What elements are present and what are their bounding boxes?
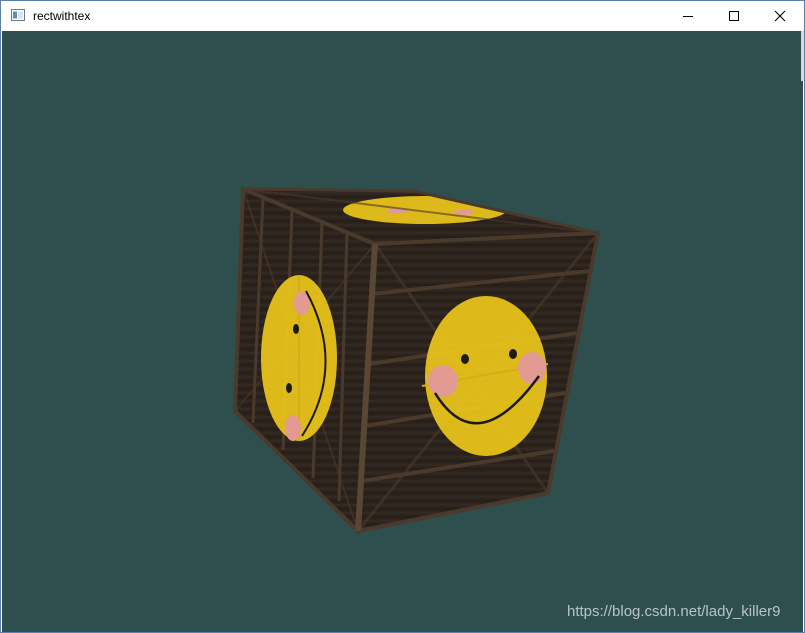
cube-right-face (355, 230, 601, 534)
minimize-button[interactable] (665, 1, 711, 31)
title-bar[interactable]: rectwithtex (1, 1, 804, 31)
minimize-icon (683, 16, 693, 17)
render-viewport[interactable]: https://blog.csdn.net/lady_killer9 (2, 31, 803, 632)
app-window: rectwithtex https://blog.csdn.net/lady_k… (0, 0, 805, 633)
maximize-button[interactable] (711, 1, 757, 31)
close-button[interactable] (757, 1, 803, 31)
scrollbar-edge[interactable] (801, 31, 804, 81)
cube-scene (232, 186, 601, 536)
watermark-text: https://blog.csdn.net/lady_killer9 (567, 603, 781, 620)
app-window-icon (11, 9, 25, 21)
close-icon (774, 10, 786, 22)
window-title: rectwithtex (33, 9, 91, 23)
maximize-icon (729, 11, 739, 21)
cube-left-face (232, 186, 378, 536)
